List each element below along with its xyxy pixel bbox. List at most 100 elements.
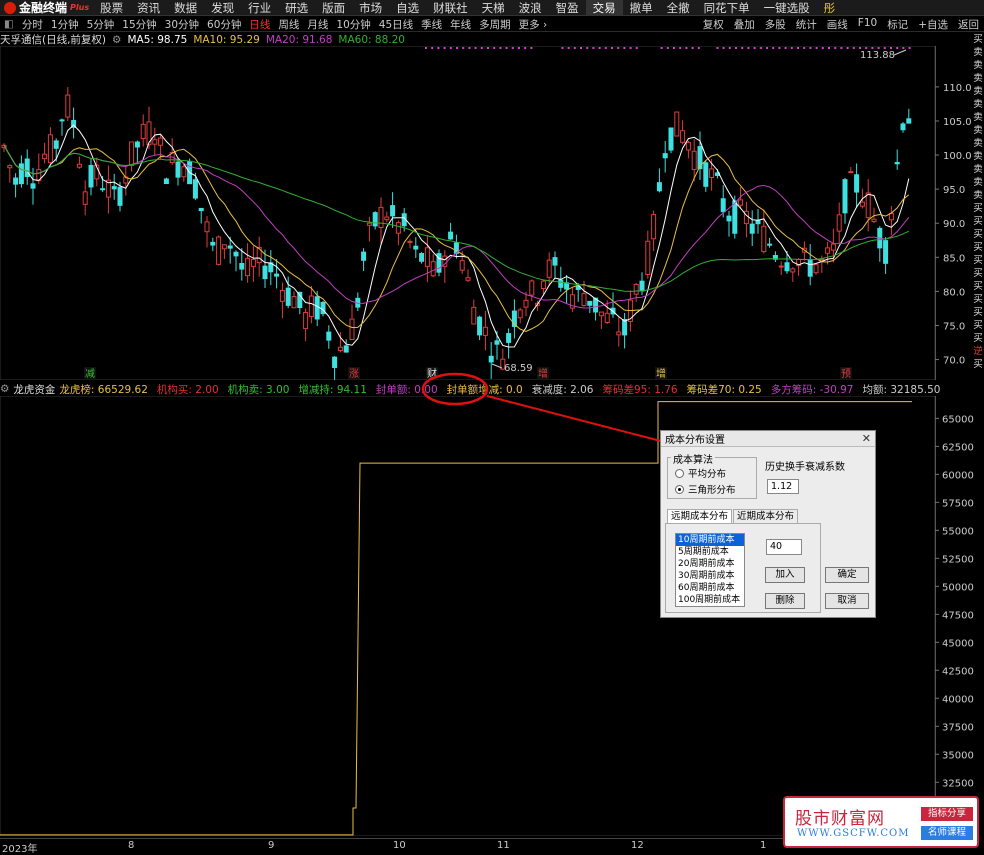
signal-23[interactable]: 买 bbox=[972, 332, 984, 345]
menu-item-7[interactable]: 市场 bbox=[352, 0, 389, 16]
menu-item-16[interactable]: 同花下单 bbox=[697, 0, 757, 16]
period-input[interactable]: 40 bbox=[766, 539, 802, 555]
period-item-10[interactable]: 45日线 bbox=[375, 17, 417, 32]
menu-item-10[interactable]: 天梯 bbox=[475, 0, 512, 16]
close-icon[interactable]: ✕ bbox=[862, 432, 871, 445]
menu-item-13[interactable]: 交易 bbox=[585, 0, 623, 16]
period-item-3[interactable]: 15分钟 bbox=[118, 17, 160, 32]
ok-button[interactable]: 确定 bbox=[825, 567, 869, 583]
collapse-icon[interactable]: ◧ bbox=[0, 18, 18, 30]
signal-19[interactable]: 买 bbox=[972, 280, 984, 293]
signal-15[interactable]: 买 bbox=[972, 228, 984, 241]
menu-item-5[interactable]: 研选 bbox=[278, 0, 315, 16]
menu-item-15[interactable]: 全撤 bbox=[660, 0, 697, 16]
tool-item-5[interactable]: F10 bbox=[853, 17, 882, 32]
period-item-8[interactable]: 月线 bbox=[303, 17, 332, 32]
signal-9[interactable]: 卖 bbox=[972, 150, 984, 163]
period-item-5[interactable]: 60分钟 bbox=[203, 17, 245, 32]
period-item-6[interactable]: 日线 bbox=[245, 17, 274, 32]
coef-input[interactable]: 1.12 bbox=[767, 479, 799, 494]
tool-item-8[interactable]: 返回 bbox=[953, 17, 984, 32]
menu-item-2[interactable]: 数据 bbox=[167, 0, 204, 16]
period-list-item[interactable]: 20周期前成本 bbox=[676, 558, 744, 570]
radio-triangle[interactable]: 三角形分布 bbox=[675, 482, 736, 496]
tool-item-3[interactable]: 统计 bbox=[791, 17, 822, 32]
signal-11[interactable]: 卖 bbox=[972, 176, 984, 189]
menu-item-17[interactable]: 一键选股 bbox=[757, 0, 817, 16]
period-item-4[interactable]: 30分钟 bbox=[161, 17, 203, 32]
period-item-13[interactable]: 多周期 bbox=[475, 17, 515, 32]
menu-extra-icon[interactable]: 彤 bbox=[817, 0, 843, 16]
menu-item-6[interactable]: 版面 bbox=[315, 0, 352, 16]
signal-24[interactable]: 逆 bbox=[972, 345, 984, 358]
dialog-titlebar[interactable]: 成本分布设置 ✕ bbox=[661, 431, 875, 447]
signal-20[interactable]: 买 bbox=[972, 293, 984, 306]
tool-item-4[interactable]: 画线 bbox=[822, 17, 853, 32]
tool-item-0[interactable]: 复权 bbox=[698, 17, 729, 32]
event-marker[interactable]: 减 bbox=[85, 368, 95, 380]
delete-button[interactable]: 删除 bbox=[765, 593, 805, 609]
event-marker[interactable]: 增 bbox=[656, 367, 666, 380]
radio-average[interactable]: 平均分布 bbox=[675, 466, 726, 480]
period-item-0[interactable]: 分时 bbox=[18, 17, 47, 32]
menu-item-4[interactable]: 行业 bbox=[241, 0, 278, 16]
menu-item-9[interactable]: 财联社 bbox=[426, 0, 475, 16]
candlestick-chart[interactable]: 113.88 68.59 减 涨 财 增 增 预 bbox=[0, 46, 935, 380]
period-item-11[interactable]: 季线 bbox=[417, 17, 446, 32]
tool-item-1[interactable]: 叠加 bbox=[729, 17, 760, 32]
menu-item-1[interactable]: 资讯 bbox=[130, 0, 167, 16]
signal-2[interactable]: 卖 bbox=[972, 59, 984, 72]
menu-item-11[interactable]: 波浪 bbox=[512, 0, 549, 16]
event-marker[interactable]: 增 bbox=[538, 367, 548, 380]
signal-22[interactable]: 买 bbox=[972, 319, 984, 332]
menu-item-14[interactable]: 撤单 bbox=[623, 0, 660, 16]
signal-14[interactable]: 买 bbox=[972, 215, 984, 228]
period-list-item[interactable]: 30周期前成本 bbox=[676, 570, 744, 582]
period-list-item[interactable]: 10周期前成本 bbox=[676, 534, 744, 546]
signal-6[interactable]: 卖 bbox=[972, 111, 984, 124]
settings-gear-icon[interactable]: ⚙ bbox=[112, 34, 121, 46]
signal-16[interactable]: 买 bbox=[972, 241, 984, 254]
period-list-item[interactable]: 5周期前成本 bbox=[676, 546, 744, 558]
radio-triangle-dot[interactable] bbox=[675, 484, 684, 494]
period-list[interactable]: 10周期前成本 5周期前成本 20周期前成本 30周期前成本 60周期前成本 100周期前… bbox=[675, 533, 745, 607]
add-button[interactable]: 加入 bbox=[765, 567, 805, 583]
period-item-7[interactable]: 周线 bbox=[274, 17, 303, 32]
event-marker[interactable]: 财 bbox=[427, 367, 437, 380]
signal-12[interactable]: 卖 bbox=[972, 189, 984, 202]
signal-1[interactable]: 卖 bbox=[972, 46, 984, 59]
signal-18[interactable]: 买 bbox=[972, 267, 984, 280]
menu-item-12[interactable]: 智盈 bbox=[549, 0, 586, 16]
cancel-button[interactable]: 取消 bbox=[825, 593, 869, 609]
tool-item-2[interactable]: 多股 bbox=[760, 17, 791, 32]
signal-25[interactable]: 买 bbox=[972, 358, 984, 371]
menu-item-0[interactable]: 股票 bbox=[93, 0, 130, 16]
signal-13[interactable]: 买 bbox=[972, 202, 984, 215]
signal-10[interactable]: 卖 bbox=[972, 163, 984, 176]
period-item-14[interactable]: 更多 › bbox=[515, 17, 552, 32]
tool-item-7[interactable]: +自选 bbox=[913, 17, 953, 32]
tab-far-cost[interactable]: 远期成本分布 bbox=[667, 509, 733, 523]
signal-21[interactable]: 买 bbox=[972, 306, 984, 319]
period-item-2[interactable]: 5分钟 bbox=[83, 17, 119, 32]
event-marker[interactable]: 预 bbox=[841, 368, 851, 380]
radio-average-dot[interactable] bbox=[675, 468, 684, 478]
event-marker[interactable]: 涨 bbox=[349, 368, 359, 380]
period-list-item[interactable]: 100周期前成本 bbox=[676, 594, 744, 606]
menu-item-8[interactable]: 自选 bbox=[389, 0, 426, 16]
signal-8[interactable]: 卖 bbox=[972, 137, 984, 150]
menu-item-3[interactable]: 发现 bbox=[204, 0, 241, 16]
tool-item-6[interactable]: 标记 bbox=[882, 17, 913, 32]
tab-near-cost[interactable]: 近期成本分布 bbox=[733, 509, 799, 523]
period-item-12[interactable]: 年线 bbox=[446, 17, 475, 32]
signal-3[interactable]: 卖 bbox=[972, 72, 984, 85]
signal-0[interactable]: 买 bbox=[972, 33, 984, 46]
signal-4[interactable]: 卖 bbox=[972, 85, 984, 98]
period-item-9[interactable]: 10分钟 bbox=[332, 17, 374, 32]
signal-5[interactable]: 卖 bbox=[972, 98, 984, 111]
signal-17[interactable]: 买 bbox=[972, 254, 984, 267]
signal-7[interactable]: 卖 bbox=[972, 124, 984, 137]
period-list-item[interactable]: 60周期前成本 bbox=[676, 582, 744, 594]
indicator-gear-icon[interactable]: ⚙ bbox=[0, 383, 9, 395]
period-item-1[interactable]: 1分钟 bbox=[47, 17, 83, 32]
